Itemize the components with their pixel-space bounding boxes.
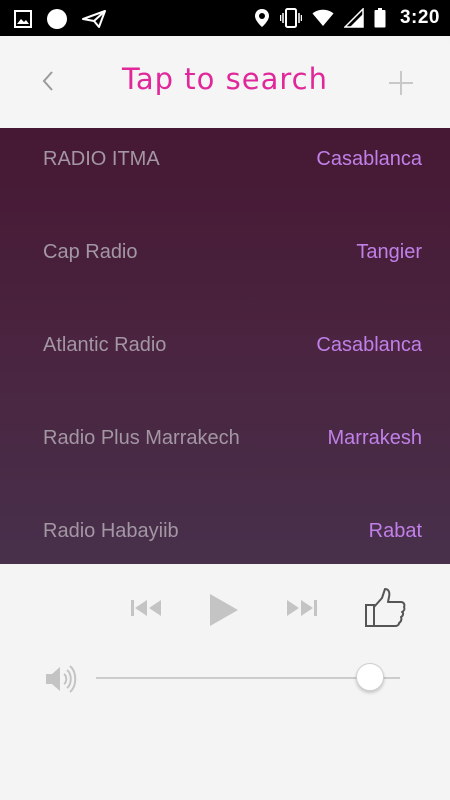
status-time: 3:20 <box>399 7 440 28</box>
station-list: RADIO ITMA Casablanca Cap Radio Tangier … <box>0 128 450 564</box>
station-city: Casablanca <box>316 148 422 170</box>
location-icon <box>254 8 270 28</box>
search-title[interactable]: Tap to search <box>0 62 450 96</box>
image-icon <box>14 10 32 28</box>
volume-slider-thumb[interactable] <box>355 663 384 691</box>
circle-icon <box>46 8 68 30</box>
signal-icon <box>343 8 364 28</box>
thumbs-up-icon[interactable] <box>364 586 408 630</box>
station-city: Casablanca <box>316 334 422 356</box>
station-name: Atlantic Radio <box>43 334 167 356</box>
station-name: Radio Habayiib <box>43 520 179 542</box>
header: Tap to search <box>0 36 450 128</box>
wifi-icon <box>312 9 334 27</box>
next-icon[interactable] <box>284 596 318 620</box>
paper-plane-icon <box>82 10 106 28</box>
station-city: Tangier <box>356 241 422 263</box>
station-city: Rabat <box>368 520 422 542</box>
station-city: Marrakesh <box>327 427 422 449</box>
player-panel <box>0 564 450 800</box>
station-name: Cap Radio <box>43 241 138 263</box>
station-name: RADIO ITMA <box>43 148 160 170</box>
station-row[interactable]: Radio Plus Marrakech Marrakesh <box>0 419 450 459</box>
plus-icon[interactable] <box>386 68 416 98</box>
volume-slider-track[interactable] <box>96 677 400 679</box>
battery-icon <box>374 8 386 28</box>
station-name: Radio Plus Marrakech <box>43 427 240 449</box>
station-row[interactable]: RADIO ITMA Casablanca <box>0 140 450 180</box>
status-bar: 3:20 <box>0 0 450 36</box>
play-icon[interactable] <box>206 592 240 628</box>
station-row[interactable]: Radio Habayiib Rabat <box>0 512 450 552</box>
speaker-icon[interactable] <box>44 664 78 694</box>
vibrate-icon <box>279 8 302 28</box>
station-row[interactable]: Cap Radio Tangier <box>0 233 450 273</box>
previous-icon[interactable] <box>130 596 164 620</box>
station-row[interactable]: Atlantic Radio Casablanca <box>0 326 450 366</box>
